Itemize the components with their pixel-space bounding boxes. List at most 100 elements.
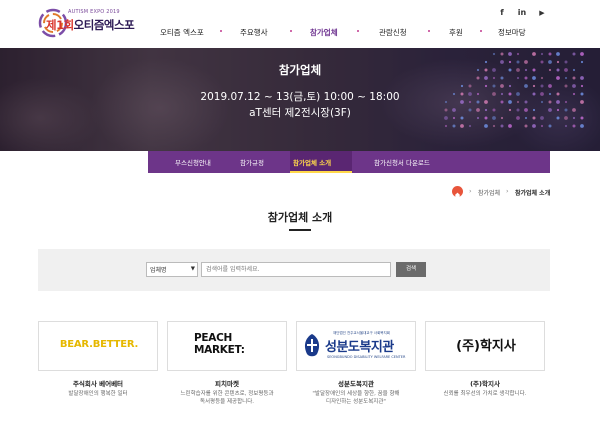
nav-separator [220, 30, 222, 32]
company-description: 신뢰를 최우선의 가치로 생각합니다. [423, 390, 547, 398]
decorative-dot [572, 124, 576, 128]
decorative-dot [492, 84, 496, 88]
company-name[interactable]: 피치마켓 [165, 378, 289, 388]
company-description-line: "발달장애인의 세상을 향한, 꿈을 향해 [312, 391, 400, 397]
decorative-dot [508, 52, 512, 56]
decorative-dot [540, 84, 544, 88]
company-card-peachmarket[interactable]: PEACH MARKET: [167, 321, 287, 371]
breadcrumb-current: 참가업체 소개 [515, 190, 551, 197]
decorative-dot [564, 124, 568, 128]
decorative-dot [460, 124, 464, 128]
search-category-value: 업체명 [150, 267, 167, 274]
site-header: AUTISM EXPO 2019 제1회오티즘엑스포 오티즘 엑스포 주요행사 … [0, 0, 600, 48]
site-logo[interactable]: AUTISM EXPO 2019 제1회오티즘엑스포 [38, 8, 135, 38]
decorative-dot [452, 124, 456, 128]
company-description-line: 발달장애인의 행복한 일터 [68, 391, 128, 397]
company-description: "발달장애인의 세상을 향한, 꿈을 향해 디자인하는 성분도복지관" [294, 390, 418, 406]
company-card-bearbetter[interactable]: BEAR.BETTER. [38, 321, 158, 371]
nav-separator [428, 30, 430, 32]
company-description-line: 신뢰를 최우선의 가치로 생각합니다. [443, 391, 527, 397]
nav-item-registration[interactable]: 관람신청 [379, 27, 407, 38]
decorative-dot [572, 52, 576, 56]
decorative-dot [484, 124, 488, 128]
company-description-line: 독서평등을 제공합니다. [199, 399, 255, 405]
search-panel: 업체명 ▼ 검색 [38, 249, 550, 291]
breadcrumb-item[interactable]: 참가업체 [478, 188, 500, 197]
seongbundo-logo-english: SEONGBUNDO DISABILITY WELFARE CENTER [327, 355, 406, 359]
tab-exhibitors[interactable]: 참가업체 소개 [293, 157, 331, 167]
decorative-dot [484, 84, 488, 88]
company-name[interactable]: (주)학지사 [423, 378, 547, 388]
company-description: 느린학습자를 위한 콘텐츠로, 정보평등과 독서평등을 제공합니다. [165, 390, 289, 406]
decorative-dot [516, 52, 520, 56]
logo-name: 오티즘엑스포 [73, 18, 135, 32]
hero-place: aT센터 제2전시장(3F) [249, 107, 351, 119]
hero-title: 참가업체 [278, 63, 322, 77]
peachmarket-logo-line: PEACH [194, 332, 232, 344]
decorative-dot [564, 84, 568, 88]
youtube-icon[interactable]: ▶ [535, 6, 549, 20]
nav-item-events[interactable]: 주요행사 [240, 27, 268, 38]
decorative-dot [572, 84, 576, 88]
decorative-dot [540, 52, 544, 56]
decorative-dot [548, 124, 552, 128]
logo-subtitle: AUTISM EXPO 2019 [68, 9, 120, 15]
search-button[interactable]: 검색 [396, 262, 426, 277]
decorative-dot [508, 84, 512, 88]
hero-date: 2019.07.12 ~ 13(금,토) 10:00 ~ 18:00 [200, 91, 400, 103]
decorative-dot [500, 84, 504, 88]
tab-rules[interactable]: 참가규정 [240, 157, 264, 167]
active-tab-indicator [290, 171, 352, 173]
chevron-right-icon: › [506, 187, 509, 195]
decorative-dot [492, 124, 496, 128]
house-glyph [454, 192, 461, 198]
nav-item-exhibitors[interactable]: 참가업체 [310, 27, 338, 38]
decorative-dot [492, 52, 496, 56]
linkedin-icon[interactable]: in [515, 6, 529, 20]
tab-download[interactable]: 참가신청서 다운로드 [374, 157, 430, 167]
seongbundo-logo: 성분도복지관 [325, 340, 394, 355]
decorative-dot [508, 124, 512, 128]
nav-item-expo[interactable]: 오티즘 엑스포 [160, 27, 204, 38]
decorative-dot [524, 84, 528, 88]
chevron-right-icon: › [469, 187, 472, 195]
decorative-dot [524, 124, 528, 128]
company-description-line: 느린학습자를 위한 콘텐츠로, 정보평등과 [180, 391, 274, 397]
decorative-dot [444, 124, 448, 128]
search-category-select[interactable]: 업체명 ▼ [146, 262, 198, 277]
hero-banner: 참가업체 2019.07.12 ~ 13(금,토) 10:00 ~ 18:00 … [0, 48, 600, 151]
nav-item-sponsor[interactable]: 후원 [449, 27, 463, 38]
decorative-dot [548, 52, 552, 56]
decorative-dot [532, 52, 536, 56]
decorative-dot [532, 84, 536, 88]
breadcrumb: › 참가업체 › 참가업체 소개 [452, 186, 572, 198]
decorative-dot [548, 84, 552, 88]
company-name[interactable]: 성분도복지관 [294, 378, 418, 388]
decorative-dot [580, 124, 584, 128]
search-input[interactable] [201, 262, 391, 277]
page-title: 참가업체 소개 [267, 211, 333, 224]
hakjisa-logo: (주)학지사 [456, 339, 516, 354]
company-description-line: 디자인하는 성분도복지관" [326, 399, 386, 405]
company-name[interactable]: 주식회사 베어베터 [36, 378, 160, 388]
decorative-dot [500, 124, 504, 128]
tab-booth-info[interactable]: 부스신청안내 [175, 157, 211, 167]
decorative-dot [580, 84, 584, 88]
company-card-hakjisa[interactable]: (주)학지사 [425, 321, 545, 371]
nav-separator [357, 30, 359, 32]
bearbetter-logo: BEAR.BETTER. [59, 339, 139, 350]
decorative-dot [500, 52, 504, 56]
company-card-seongbundo[interactable]: 재단법인 천주교서울대교구 사회복지회 성분도복지관 SEONGBUNDO DI… [296, 321, 416, 371]
peachmarket-logo-line: MARKET: [194, 344, 245, 356]
facebook-icon[interactable]: f [495, 6, 509, 20]
chevron-down-icon: ▼ [190, 266, 195, 272]
home-icon[interactable] [452, 186, 463, 198]
nav-item-info[interactable]: 정보마당 [498, 27, 526, 38]
sub-nav: 부스신청안내 참가규정 참가업체 소개 참가신청서 다운로드 [148, 151, 550, 173]
decorative-dot [540, 124, 544, 128]
peachmarket-logo: PEACH MARKET: [194, 332, 245, 356]
decorative-dot [468, 84, 472, 88]
main-nav: 오티즘 엑스포 주요행사 참가업체 관람신청 후원 정보마당 [140, 27, 570, 41]
decorative-dot [556, 52, 560, 56]
seongbundo-emblem-icon [304, 334, 320, 357]
